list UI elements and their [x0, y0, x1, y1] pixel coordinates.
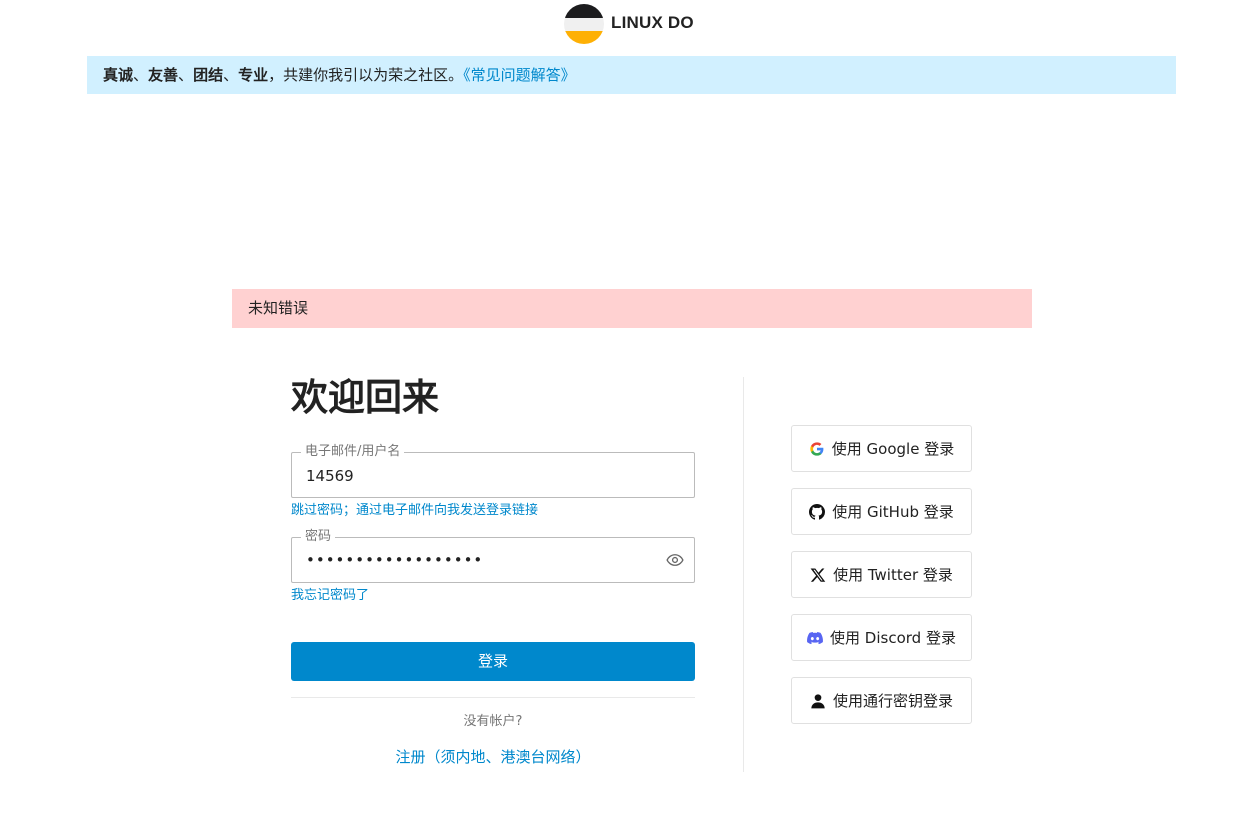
divider	[291, 697, 695, 698]
x-twitter-icon	[810, 568, 826, 582]
github-login-label: 使用 GitHub 登录	[832, 503, 954, 521]
google-login-label: 使用 Google 登录	[831, 440, 955, 458]
google-login-button[interactable]: 使用 Google 登录	[791, 425, 972, 472]
twitter-login-label: 使用 Twitter 登录	[833, 566, 953, 584]
google-icon	[810, 441, 824, 456]
github-icon	[809, 503, 826, 520]
error-alert: 未知错误	[232, 289, 1032, 328]
signup-link[interactable]: 注册（须内地、港澳台网络）	[291, 746, 695, 768]
discord-login-button[interactable]: 使用 Discord 登录	[791, 614, 972, 661]
banner-separator: 、	[223, 66, 239, 84]
site-name[interactable]: LINUX DO	[611, 13, 694, 33]
twitter-login-button[interactable]: 使用 Twitter 登录	[791, 551, 972, 598]
password-label: 密码	[301, 529, 336, 545]
username-label: 电子邮件/用户名	[301, 444, 405, 460]
username-input[interactable]: 14569	[306, 466, 354, 486]
eye-icon[interactable]	[666, 551, 684, 569]
site-logo-icon[interactable]	[564, 4, 604, 44]
site-header: LINUX DO	[0, 0, 1257, 50]
vertical-divider	[743, 377, 744, 772]
banner-separator: 、	[133, 66, 149, 84]
banner-value-2: 友善	[148, 66, 179, 84]
email-login-link[interactable]: 跳过密码；通过电子邮件向我发送登录链接	[291, 502, 538, 520]
passkey-login-label: 使用通行密钥登录	[832, 692, 953, 710]
discord-login-label: 使用 Discord 登录	[830, 629, 956, 647]
passkey-login-button[interactable]: 使用通行密钥登录	[791, 677, 972, 724]
user-icon	[811, 693, 825, 708]
banner-value-4: 专业	[238, 66, 269, 84]
github-login-button[interactable]: 使用 GitHub 登录	[791, 488, 972, 535]
banner-value-3: 团结	[193, 66, 224, 84]
discord-icon	[807, 631, 823, 644]
username-field[interactable]: 电子邮件/用户名 14569	[291, 444, 695, 498]
page-title: 欢迎回来	[291, 376, 439, 419]
no-account-text: 没有帐户?	[463, 714, 523, 729]
password-field[interactable]: 密码 ••••••••••••••••••	[291, 529, 695, 583]
banner-separator: 、	[178, 66, 194, 84]
login-button[interactable]: 登录	[291, 642, 695, 681]
banner-text: ，共建你我引以为荣之社区。	[268, 66, 464, 84]
announcement-banner: 真诚、友善、团结、专业，共建你我引以为荣之社区。《常见问题解答》	[87, 56, 1176, 94]
password-input[interactable]: ••••••••••••••••••	[306, 549, 483, 571]
banner-value-1: 真诚	[103, 66, 134, 84]
faq-link[interactable]: 《常见问题解答》	[463, 66, 576, 84]
forgot-password-link[interactable]: 我忘记密码了	[291, 587, 369, 605]
